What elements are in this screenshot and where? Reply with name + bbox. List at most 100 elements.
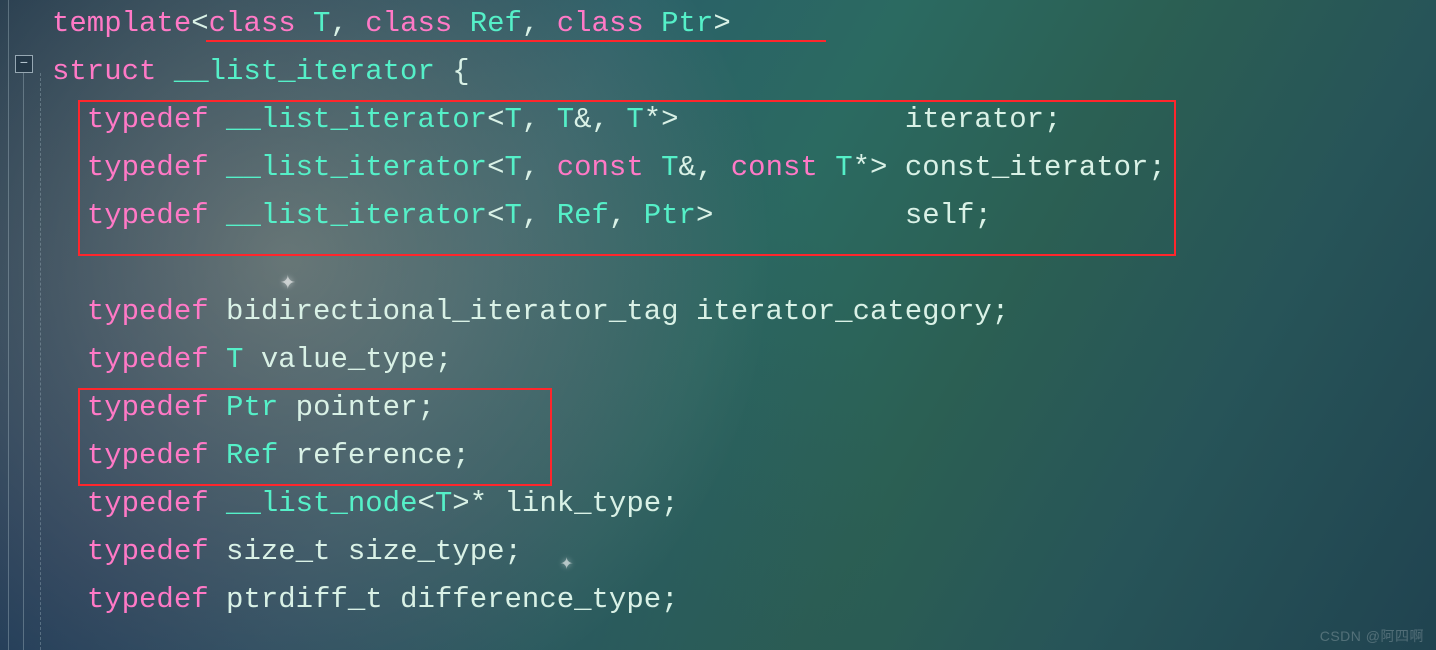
indent	[52, 487, 87, 520]
type-Ptr: Ptr	[644, 7, 714, 40]
code-line: typedef __list_node<T>* link_type;	[46, 480, 1436, 528]
alias-difference-type: difference_type	[400, 583, 661, 616]
code-line: typedef Ptr pointer;	[46, 384, 1436, 432]
code-line: typedef __list_iterator<T, Ref, Ptr> sel…	[46, 192, 1436, 240]
space	[209, 439, 226, 472]
keyword-typedef: typedef	[87, 487, 209, 520]
space	[539, 151, 556, 184]
space	[539, 199, 556, 232]
type-name: __list_node	[226, 487, 417, 520]
punct-semi: ;	[452, 439, 469, 472]
keyword-typedef: typedef	[87, 151, 209, 184]
space	[209, 151, 226, 184]
punct-gt: >	[661, 103, 678, 136]
punct-comma: ,	[522, 151, 539, 184]
space	[609, 103, 626, 136]
space	[679, 295, 696, 328]
fold-minus-icon: −	[20, 57, 28, 71]
type-size-t: size_t	[226, 535, 330, 568]
code-line: typedef size_t size_type;	[46, 528, 1436, 576]
alias-reference: reference	[296, 439, 453, 472]
type-T: T	[557, 103, 574, 136]
punct-gt: >	[870, 151, 887, 184]
op-amp: &	[679, 151, 696, 184]
keyword-typedef: typedef	[87, 103, 209, 136]
type-T: T	[296, 7, 331, 40]
space	[818, 151, 835, 184]
watermark: CSDN @阿四啊	[1320, 628, 1424, 644]
type-T: T	[626, 103, 643, 136]
space	[209, 343, 226, 376]
punct-lt: <	[487, 103, 504, 136]
punct-semi: ;	[661, 583, 678, 616]
indent	[52, 535, 87, 568]
type-Ref: Ref	[452, 7, 522, 40]
indent	[52, 343, 87, 376]
blank-line	[46, 240, 1436, 288]
punct-lt: <	[487, 199, 504, 232]
alias-const-iterator: const_iterator	[905, 151, 1149, 184]
code-line: typedef __list_iterator<T, const T&, con…	[46, 144, 1436, 192]
punct-semi: ;	[661, 487, 678, 520]
punct-semi: ;	[435, 343, 452, 376]
space	[330, 535, 347, 568]
type-name: bidirectional_iterator_tag	[226, 295, 678, 328]
space	[383, 583, 400, 616]
code-line: struct __list_iterator {	[46, 48, 1436, 96]
gutter: −	[0, 0, 46, 650]
space	[487, 487, 504, 520]
punct-semi: ;	[1044, 103, 1061, 136]
type-name: __list_iterator	[226, 199, 487, 232]
keyword-struct: struct	[52, 55, 156, 88]
type-T: T	[505, 199, 522, 232]
space	[209, 295, 226, 328]
type-T: T	[835, 151, 852, 184]
punct-semi: ;	[992, 295, 1009, 328]
punct-gt: >	[713, 7, 730, 40]
punct-comma: ,	[522, 7, 539, 40]
gutter-line	[8, 0, 9, 650]
space	[209, 391, 226, 424]
indent	[52, 103, 87, 136]
space	[243, 343, 260, 376]
type-name: __list_iterator	[226, 151, 487, 184]
space	[278, 391, 295, 424]
punct-gt: >	[696, 199, 713, 232]
fold-toggle[interactable]: −	[15, 55, 33, 73]
alias-value-type: value_type	[261, 343, 435, 376]
alias-iterator: iterator	[905, 103, 1044, 136]
space	[887, 151, 904, 184]
keyword-typedef: typedef	[87, 391, 209, 424]
keyword-typedef: typedef	[87, 535, 209, 568]
code-line: typedef T value_type;	[46, 336, 1436, 384]
type-name: __list_iterator	[226, 103, 487, 136]
alias-size-type: size_type	[348, 535, 505, 568]
type-Ptr: Ptr	[644, 199, 696, 232]
type-ptrdiff-t: ptrdiff_t	[226, 583, 383, 616]
alias: iterator_category	[696, 295, 992, 328]
indent-guide	[40, 73, 41, 650]
space	[644, 151, 661, 184]
code-line: typedef ptrdiff_t difference_type;	[46, 576, 1436, 624]
indent	[52, 199, 87, 232]
punct-comma: ,	[609, 199, 626, 232]
type-T: T	[661, 151, 678, 184]
keyword-const: const	[557, 151, 644, 184]
space	[539, 103, 556, 136]
space	[209, 535, 226, 568]
punct-gt: >	[452, 487, 469, 520]
code-line: typedef __list_iterator<T, T&, T*> itera…	[46, 96, 1436, 144]
annotation-underline	[206, 40, 826, 42]
keyword-class: class	[539, 7, 643, 40]
keyword-typedef: typedef	[87, 199, 209, 232]
keyword-class: class	[348, 7, 452, 40]
type-T: T	[505, 151, 522, 184]
punct-semi: ;	[1148, 151, 1165, 184]
code-area[interactable]: template<class T, class Ref, class Ptr> …	[46, 0, 1436, 650]
type-T: T	[226, 343, 243, 376]
space	[679, 103, 905, 136]
code-editor[interactable]: − template<class T, class Ref, class Ptr…	[0, 0, 1436, 650]
op-star: *	[644, 103, 661, 136]
alias-self: self	[905, 199, 975, 232]
indent	[52, 583, 87, 616]
